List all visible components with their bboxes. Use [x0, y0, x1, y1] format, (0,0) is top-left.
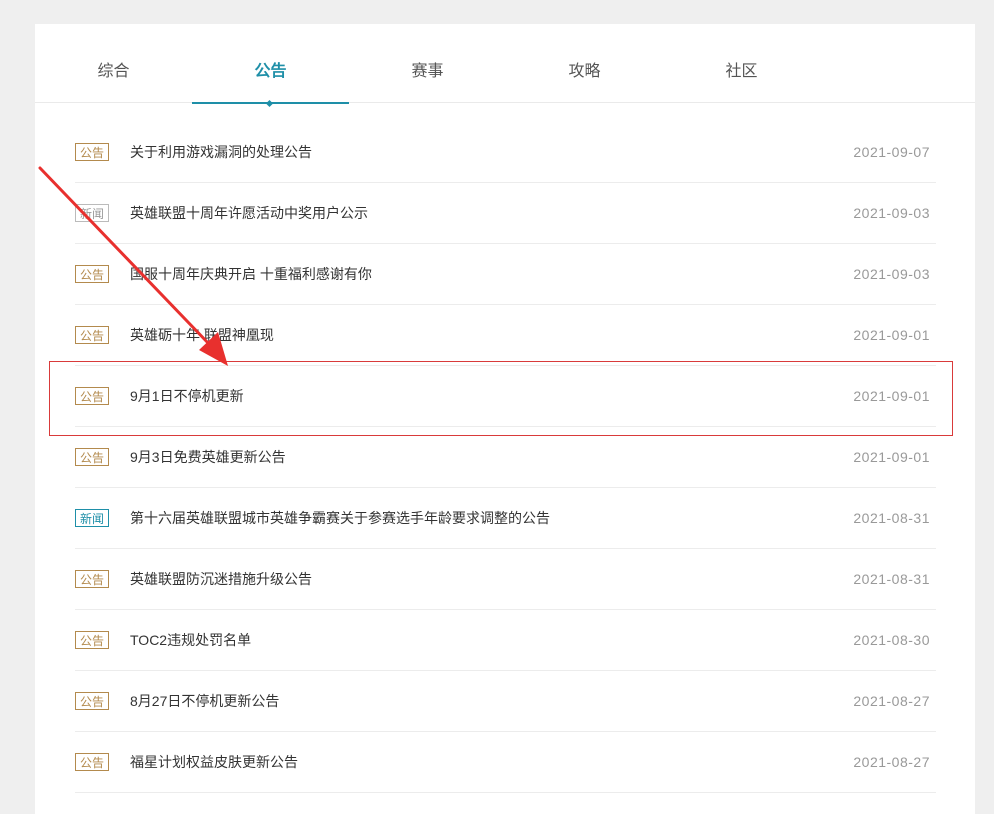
tab-guides[interactable]: 攻略	[506, 24, 663, 102]
article-date: 2021-09-01	[853, 388, 930, 404]
tab-label: 综合	[97, 63, 130, 80]
article-date: 2021-09-03	[853, 205, 930, 221]
article-date: 2021-08-31	[853, 510, 930, 526]
article-title[interactable]: 英雄砺十年 联盟神凰现	[130, 305, 274, 365]
article-title[interactable]: 9月1日不停机更新	[130, 366, 244, 426]
article-list: 公告 关于利用游戏漏洞的处理公告 2021-09-07 新闻 英雄联盟十周年许愿…	[75, 122, 936, 793]
article-title[interactable]: 第十六届英雄联盟城市英雄争霸赛关于参赛选手年龄要求调整的公告	[130, 488, 550, 548]
article-title[interactable]: 福星计划权益皮肤更新公告	[130, 732, 298, 792]
tag-badge: 新闻	[75, 509, 109, 527]
article-row[interactable]: 公告 福星计划权益皮肤更新公告 2021-08-27	[75, 732, 936, 793]
article-date: 2021-08-27	[853, 754, 930, 770]
article-row[interactable]: 公告 9月1日不停机更新 2021-09-01	[75, 366, 936, 427]
article-title[interactable]: 国服十周年庆典开启 十重福利感谢有你	[130, 244, 372, 304]
tag-badge: 公告	[75, 143, 109, 161]
article-date: 2021-09-03	[853, 266, 930, 282]
article-date: 2021-09-01	[853, 327, 930, 343]
article-date: 2021-08-31	[853, 571, 930, 587]
article-date: 2021-08-27	[853, 693, 930, 709]
tab-bar: 综合 公告 赛事 攻略 社区	[35, 24, 975, 108]
article-title[interactable]: 8月27日不停机更新公告	[130, 671, 279, 731]
tag-badge: 公告	[75, 753, 109, 771]
article-row[interactable]: 公告 英雄联盟防沉迷措施升级公告 2021-08-31	[75, 549, 936, 610]
tab-label: 社区	[725, 63, 758, 80]
tag-badge: 公告	[75, 326, 109, 344]
article-row[interactable]: 新闻 第十六届英雄联盟城市英雄争霸赛关于参赛选手年龄要求调整的公告 2021-0…	[75, 488, 936, 549]
tag-badge: 公告	[75, 570, 109, 588]
tab-events[interactable]: 赛事	[349, 24, 506, 102]
article-row[interactable]: 公告 关于利用游戏漏洞的处理公告 2021-09-07	[75, 122, 936, 183]
tag-badge: 公告	[75, 692, 109, 710]
tab-label: 公告	[254, 63, 287, 80]
news-card: 综合 公告 赛事 攻略 社区 公告 关于利用游戏漏洞的处理公告 2021-09-…	[35, 24, 975, 814]
tag-badge: 公告	[75, 448, 109, 466]
article-title[interactable]: 关于利用游戏漏洞的处理公告	[130, 122, 312, 182]
article-row[interactable]: 公告 英雄砺十年 联盟神凰现 2021-09-01	[75, 305, 936, 366]
article-date: 2021-09-01	[853, 449, 930, 465]
tag-badge: 公告	[75, 631, 109, 649]
tag-badge: 公告	[75, 387, 109, 405]
article-row[interactable]: 新闻 英雄联盟十周年许愿活动中奖用户公示 2021-09-03	[75, 183, 936, 244]
article-title[interactable]: 英雄联盟十周年许愿活动中奖用户公示	[130, 183, 368, 243]
tab-general[interactable]: 综合	[35, 24, 192, 102]
article-title[interactable]: 9月3日免费英雄更新公告	[130, 427, 286, 487]
tag-badge: 新闻	[75, 204, 109, 222]
tab-label: 赛事	[411, 63, 444, 80]
article-row[interactable]: 公告 TOC2违规处罚名单 2021-08-30	[75, 610, 936, 671]
tab-label: 攻略	[568, 63, 601, 80]
article-date: 2021-09-07	[853, 144, 930, 160]
tab-community[interactable]: 社区	[663, 24, 820, 102]
article-row[interactable]: 公告 9月3日免费英雄更新公告 2021-09-01	[75, 427, 936, 488]
article-date: 2021-08-30	[853, 632, 930, 648]
tab-announcements[interactable]: 公告	[192, 24, 349, 108]
tag-badge: 公告	[75, 265, 109, 283]
article-row[interactable]: 公告 8月27日不停机更新公告 2021-08-27	[75, 671, 936, 732]
article-title[interactable]: 英雄联盟防沉迷措施升级公告	[130, 549, 312, 609]
article-row[interactable]: 公告 国服十周年庆典开启 十重福利感谢有你 2021-09-03	[75, 244, 936, 305]
article-title[interactable]: TOC2违规处罚名单	[130, 610, 251, 670]
